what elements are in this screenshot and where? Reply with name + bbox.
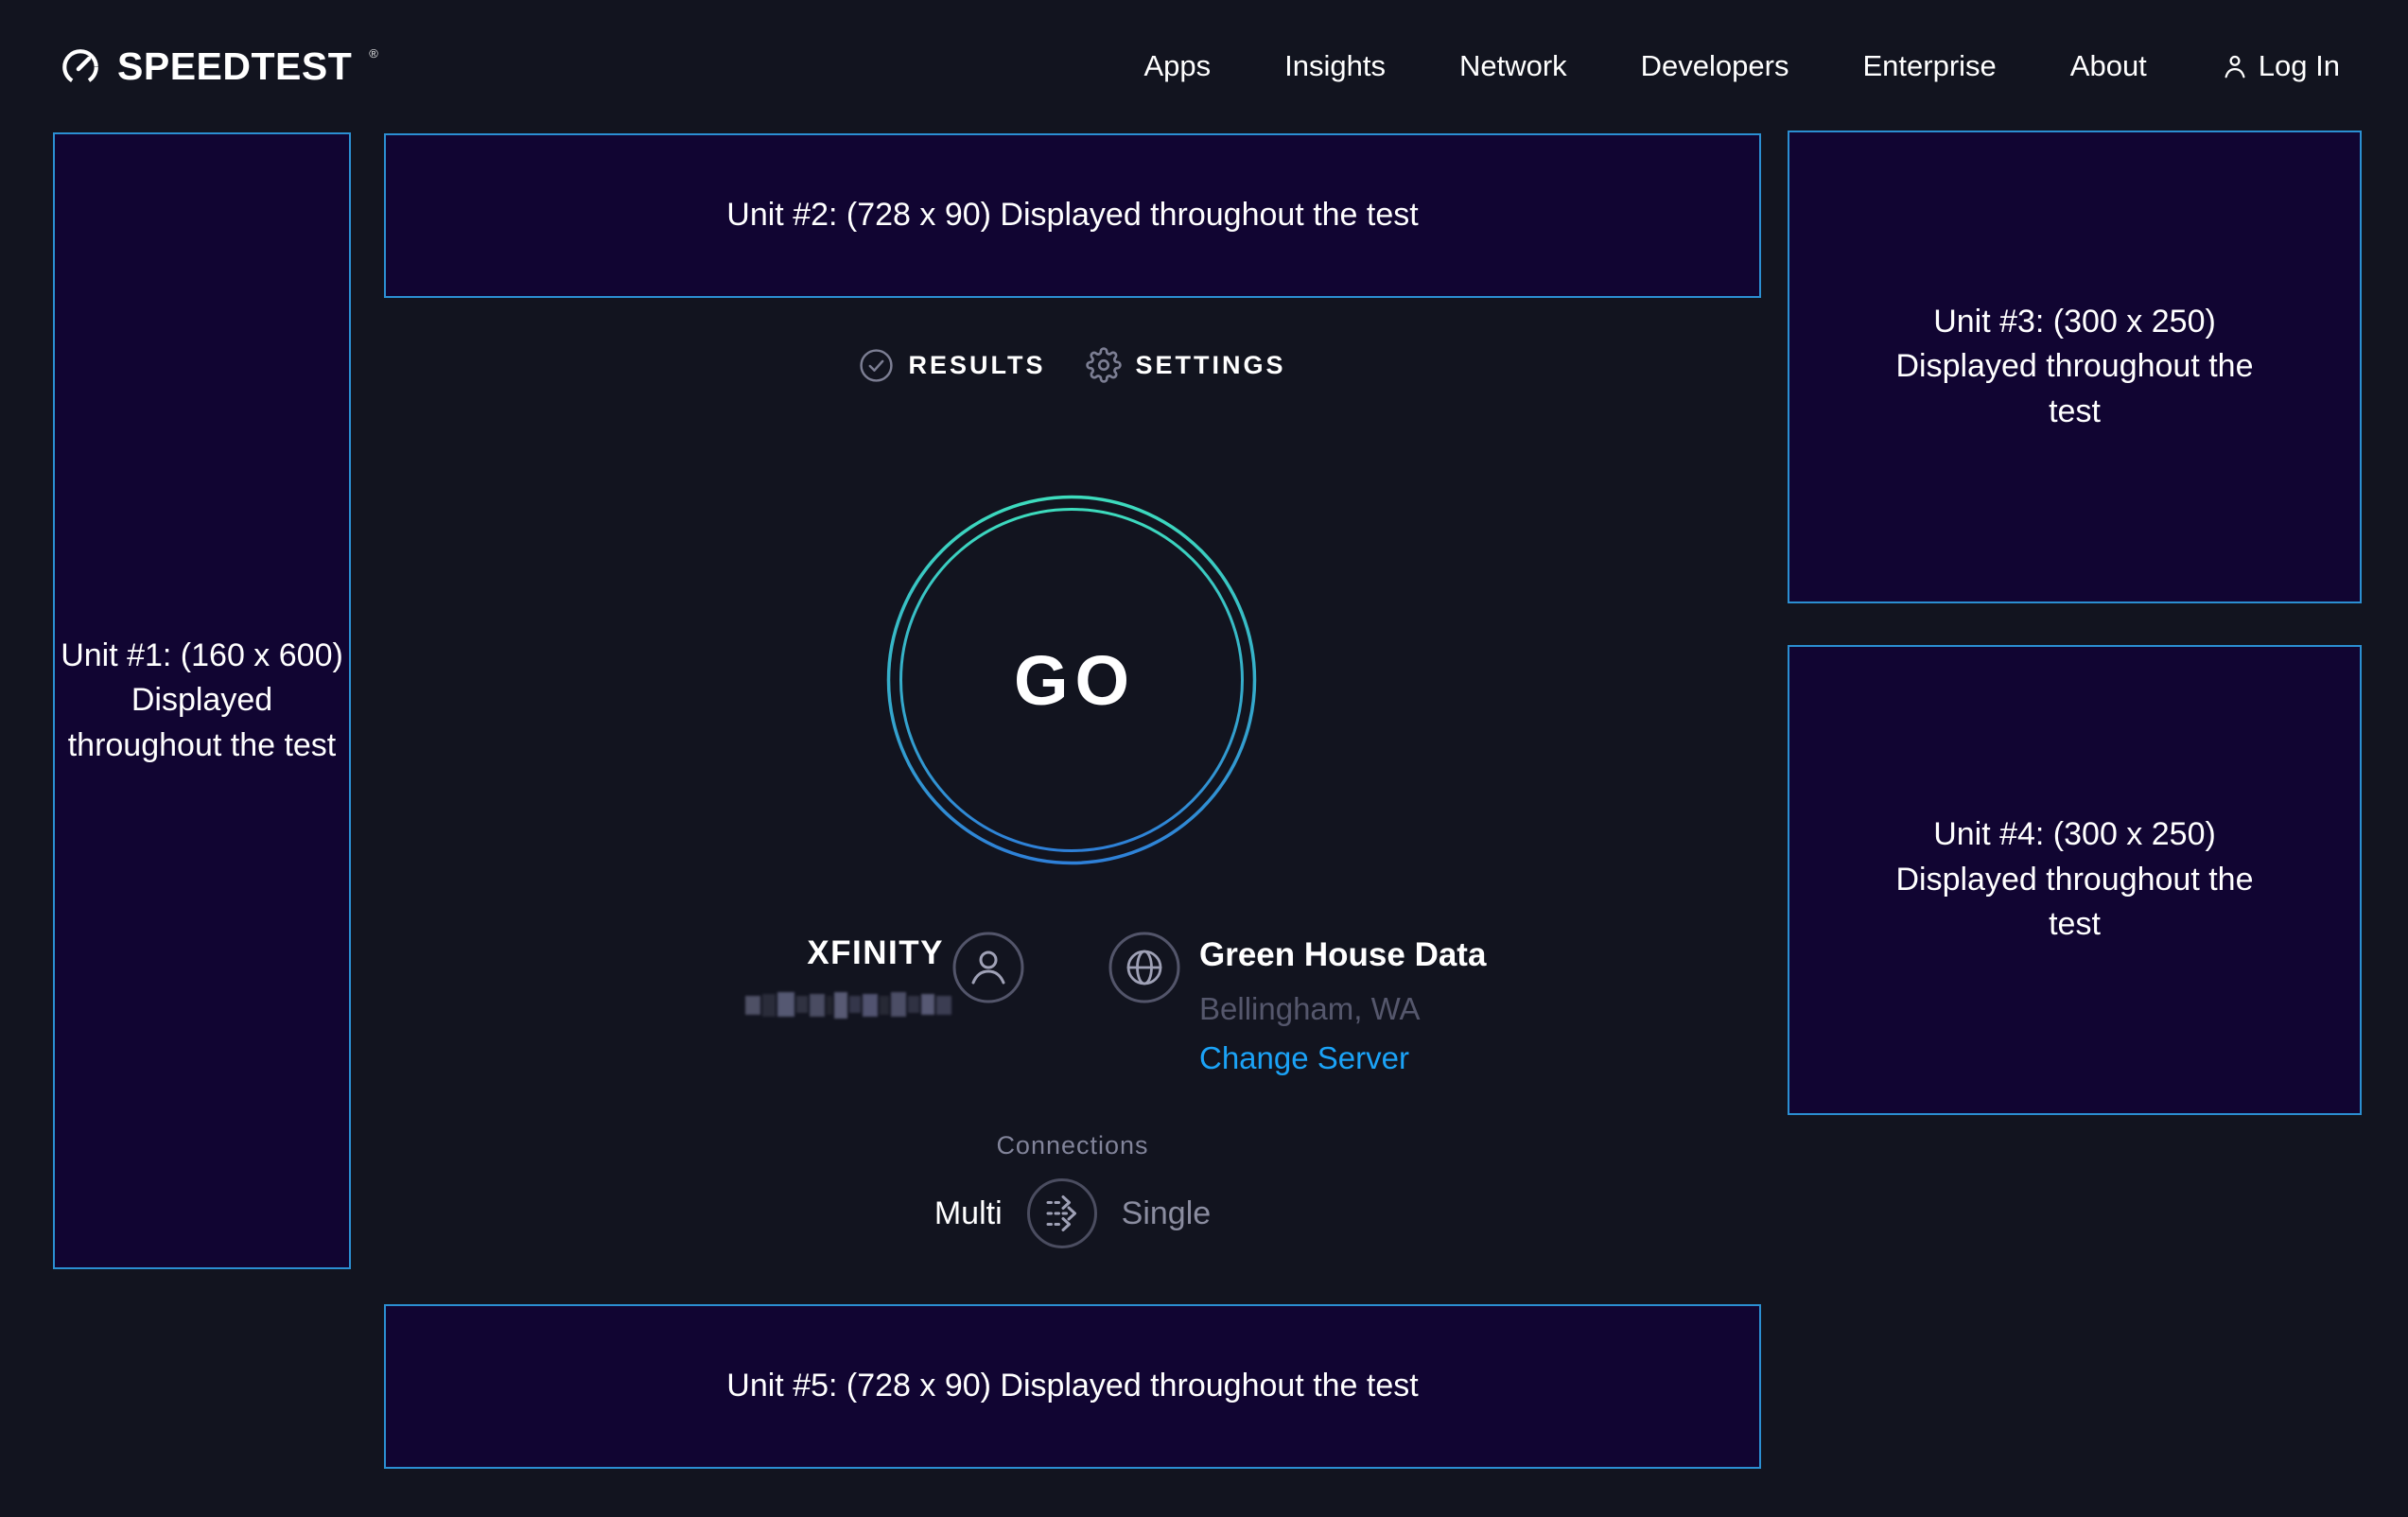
connections-label: Connections (384, 1131, 1761, 1160)
tab-settings[interactable]: SETTINGS (1086, 347, 1286, 383)
speedtest-logo[interactable]: SPEEDTEST ® (59, 44, 378, 89)
connection-mode-multi[interactable]: Multi (934, 1195, 1003, 1232)
check-circle-icon (859, 348, 894, 383)
ad-unit-4[interactable]: Unit #4: (300 x 250) Displayed throughou… (1788, 645, 2362, 1115)
speedtest-gauge-icon (59, 45, 102, 89)
ad-unit-5-label: Unit #5: (728 x 90) Displayed throughout… (726, 1364, 1418, 1409)
person-icon (951, 931, 1025, 1004)
globe-icon (1108, 931, 1181, 1004)
multi-connections-toggle-icon[interactable] (1025, 1177, 1099, 1250)
connection-mode-single[interactable]: Single (1122, 1195, 1212, 1232)
nav-item-enterprise[interactable]: Enterprise (1862, 49, 1996, 83)
connections-row: Multi Single (384, 1176, 1761, 1251)
tab-results-label: RESULTS (908, 351, 1045, 380)
nav-item-insights[interactable]: Insights (1284, 49, 1386, 83)
server-location: Bellingham, WA (1199, 991, 1421, 1027)
ad-unit-3-label: Unit #3: (300 x 250) Displayed throughou… (1890, 300, 2260, 435)
login-label: Log In (2259, 49, 2340, 83)
ad-unit-1[interactable]: Unit #1: (160 x 600) Displayed throughou… (53, 132, 351, 1269)
user-icon (2221, 52, 2249, 80)
ad-unit-2[interactable]: Unit #2: (728 x 90) Displayed throughout… (384, 133, 1761, 298)
ad-unit-3[interactable]: Unit #3: (300 x 250) Displayed throughou… (1788, 131, 2362, 603)
nav-item-about[interactable]: About (2070, 49, 2147, 83)
server-name: Green House Data (1199, 936, 1486, 974)
tab-results[interactable]: RESULTS (859, 348, 1045, 383)
view-tabs: RESULTS SETTINGS (384, 339, 1761, 392)
go-button[interactable]: GO (886, 495, 1257, 865)
ad-unit-5[interactable]: Unit #5: (728 x 90) Displayed throughout… (384, 1304, 1761, 1469)
primary-nav: Apps Insights Network Developers Enterpr… (1143, 49, 2340, 83)
nav-item-apps[interactable]: Apps (1143, 49, 1211, 83)
logo-text: SPEEDTEST (117, 44, 352, 89)
nav-item-developers[interactable]: Developers (1641, 49, 1789, 83)
ad-unit-2-label: Unit #2: (728 x 90) Displayed throughout… (726, 193, 1418, 238)
nav-item-login[interactable]: Log In (2221, 49, 2340, 83)
go-button-label: GO (886, 495, 1257, 865)
logo-trademark: ® (369, 47, 378, 60)
isp-name: XFINITY (603, 934, 944, 972)
nav-item-network[interactable]: Network (1459, 49, 1567, 83)
ad-unit-4-label: Unit #4: (300 x 250) Displayed throughou… (1890, 812, 2260, 948)
obscured-ip-pixelation (745, 988, 951, 1019)
gear-icon (1086, 347, 1122, 383)
tab-settings-label: SETTINGS (1136, 351, 1286, 380)
ad-unit-1-label: Unit #1: (160 x 600) Displayed throughou… (55, 634, 349, 769)
change-server-link[interactable]: Change Server (1199, 1040, 1409, 1076)
top-nav: SPEEDTEST ® Apps Insights Network Develo… (0, 0, 2408, 132)
